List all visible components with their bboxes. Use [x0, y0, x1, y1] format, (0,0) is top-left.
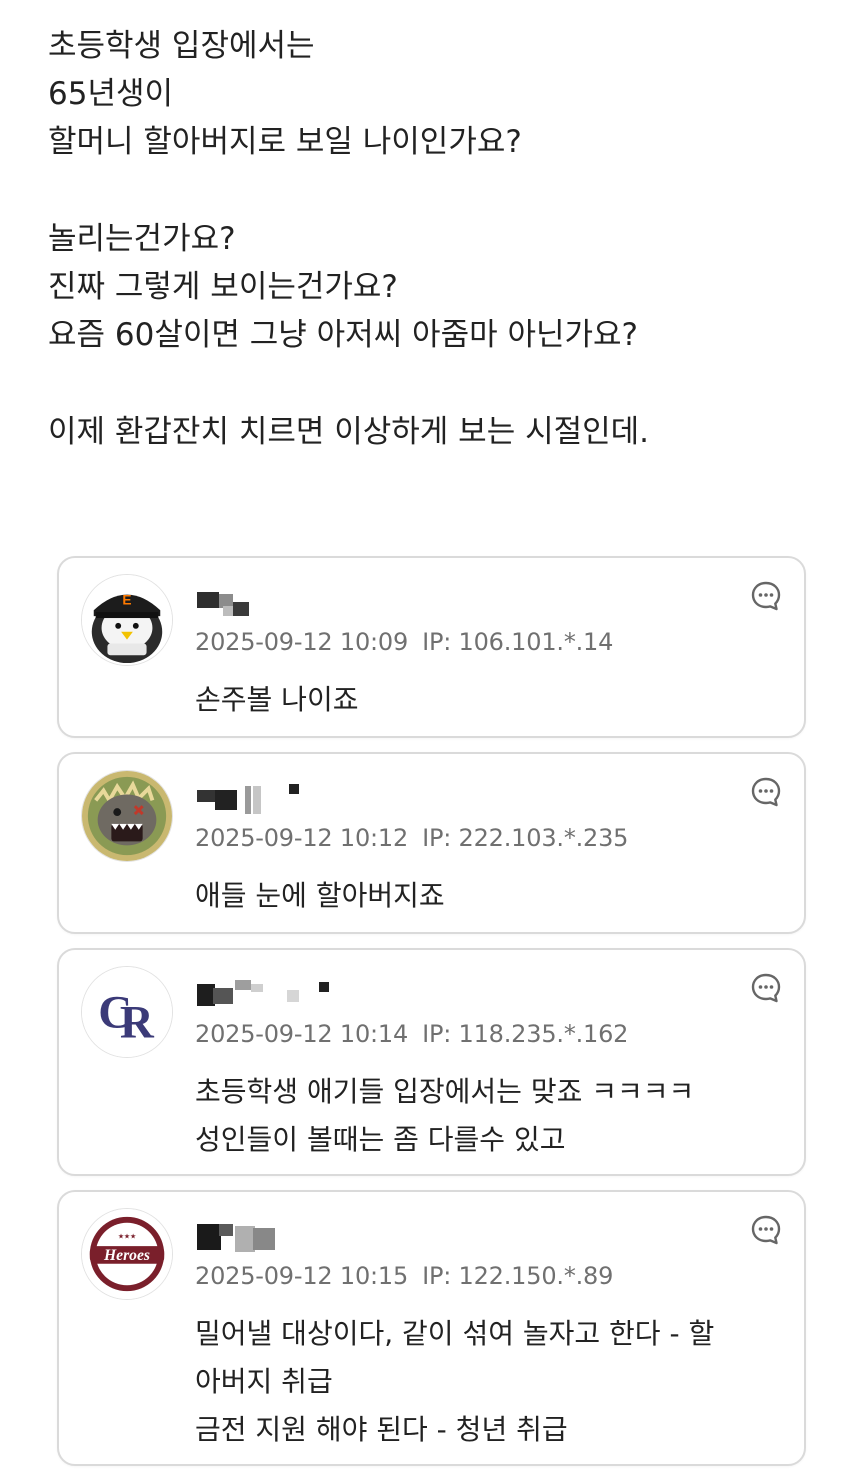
comment-meta: 2025-09-12 10:12 IP: 222.103.*.235 — [195, 824, 628, 852]
post-line: 할머니 할아버지로 보일 나이인가요? — [48, 124, 522, 160]
comment-ip: IP: 106.101.*.14 — [422, 628, 614, 656]
comment-text-line: 밀어낼 대상이다, 같이 섞여 놀자고 한다 - 할 — [195, 1317, 715, 1350]
comment-card: 2025-09-12 10:12 IP: 222.103.*.235 애들 눈에 … — [57, 752, 806, 934]
heroes-logo-icon[interactable]: Heroes ★★★ — [81, 1208, 173, 1300]
svg-text:R: R — [120, 996, 155, 1048]
svg-text:★★★: ★★★ — [118, 1232, 136, 1240]
svg-text:Heroes: Heroes — [103, 1247, 150, 1264]
comment-meta: 2025-09-12 10:15 IP: 122.150.*.89 — [195, 1262, 613, 1290]
reply-icon[interactable] — [750, 1214, 782, 1246]
comment-text-line: 금전 지원 해야 된다 - 청년 취급 — [195, 1413, 568, 1446]
post-line: 진짜 그렇게 보이는건가요? — [48, 269, 398, 305]
comment-card: E 2025-09-12 10:09 IP: 106.101.*.14 손주볼 나… — [57, 556, 806, 738]
comment-ip: IP: 122.150.*.89 — [422, 1262, 614, 1290]
comment-text: 애들 눈에 할아버지죠 — [195, 872, 785, 920]
post-line: 65년생이 — [48, 76, 174, 112]
author-name-blurred — [195, 976, 395, 1010]
comment-text-line: 아버지 취급 — [195, 1365, 333, 1398]
comment-date: 2025-09-12 10:15 — [195, 1262, 409, 1290]
comment-ip: IP: 118.235.*.162 — [422, 1020, 629, 1048]
post-line: 이제 환갑잔치 치르면 이상하게 보는 시절인데. — [48, 414, 650, 450]
comment-text-line: 손주볼 나이죠 — [195, 683, 359, 716]
reply-icon[interactable] — [750, 776, 782, 808]
comment-meta: 2025-09-12 10:09 IP: 106.101.*.14 — [195, 628, 613, 656]
comment-ip: IP: 222.103.*.235 — [422, 824, 629, 852]
comment-text-line: 초등학생 애기들 입장에서는 맞죠 ㅋㅋㅋㅋ — [195, 1075, 695, 1108]
cr-logo-icon[interactable]: C R — [81, 966, 173, 1058]
comment-date: 2025-09-12 10:12 — [195, 824, 409, 852]
comment-meta: 2025-09-12 10:14 IP: 118.235.*.162 — [195, 1020, 628, 1048]
comment-date: 2025-09-12 10:09 — [195, 628, 409, 656]
eagle-mascot-icon[interactable]: E — [81, 574, 173, 666]
dinosaur-mascot-icon[interactable] — [81, 770, 173, 862]
post-line: 놀리는건가요? — [48, 221, 236, 257]
comment-card: Heroes ★★★ 2025-09-12 10:15 IP: 122.150.*… — [57, 1190, 806, 1466]
comment-text: 초등학생 애기들 입장에서는 맞죠 ㅋㅋㅋㅋ 성인들이 볼때는 좀 다를수 있고 — [195, 1068, 785, 1164]
comment-text: 밀어낼 대상이다, 같이 섞여 놀자고 한다 - 할 아버지 취급 금전 지원 … — [195, 1310, 785, 1454]
svg-text:E: E — [122, 592, 131, 607]
author-name-blurred — [195, 780, 395, 814]
reply-icon[interactable] — [750, 972, 782, 1004]
comment-date: 2025-09-12 10:14 — [195, 1020, 409, 1048]
comment-text-line: 성인들이 볼때는 좀 다를수 있고 — [195, 1123, 566, 1156]
post-body: 초등학생 입장에서는 65년생이 할머니 할아버지로 보일 나이인가요? 놀리는… — [48, 22, 828, 456]
comment-text-line: 애들 눈에 할아버지죠 — [195, 879, 445, 912]
comment-card: C R 2025-09-12 10:14 IP: 118.235.*.162 초등… — [57, 948, 806, 1176]
post-line: 요즘 60살이면 그냥 아저씨 아줌마 아닌가요? — [48, 317, 639, 353]
comment-list: E 2025-09-12 10:09 IP: 106.101.*.14 손주볼 나… — [57, 556, 806, 1479]
author-name-blurred — [195, 584, 395, 618]
post-line: 초등학생 입장에서는 — [48, 28, 315, 64]
author-name-blurred — [195, 1218, 395, 1252]
reply-icon[interactable] — [750, 580, 782, 612]
page: 초등학생 입장에서는 65년생이 할머니 할아버지로 보일 나이인가요? 놀리는… — [0, 0, 854, 1479]
comment-text: 손주볼 나이죠 — [195, 676, 785, 724]
